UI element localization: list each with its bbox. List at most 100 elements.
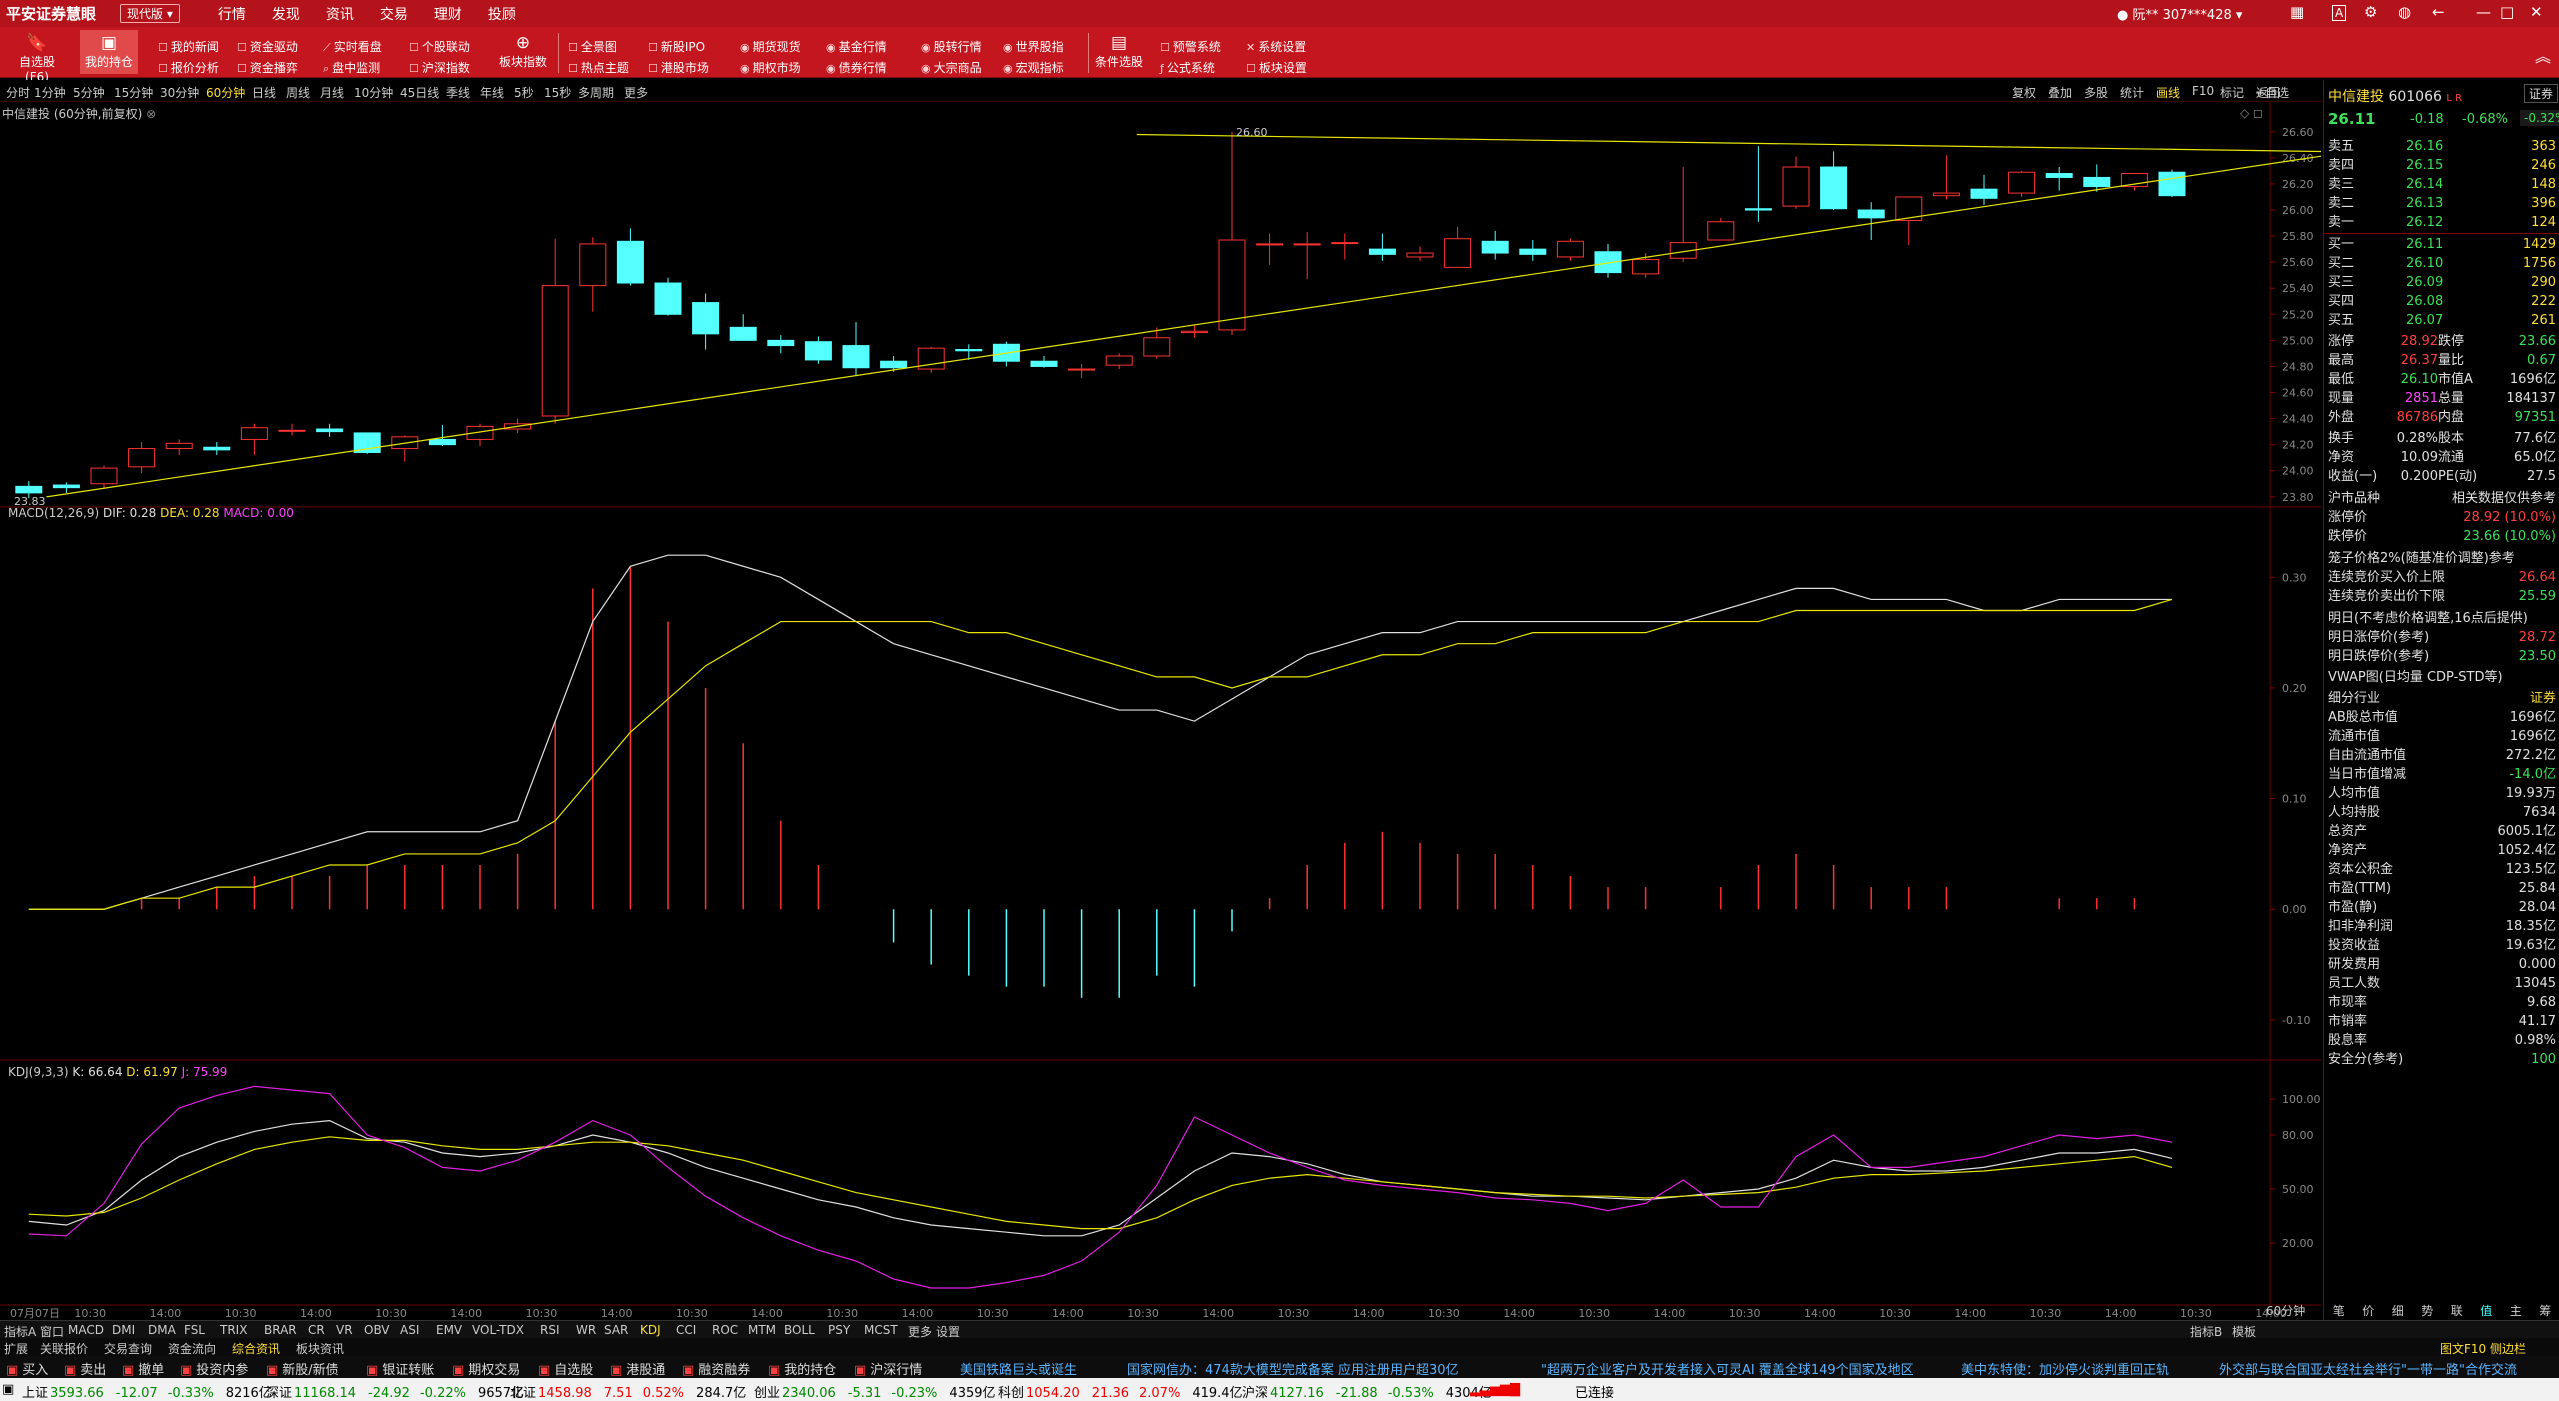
- info-tab-1[interactable]: 关联报价: [40, 1340, 88, 1357]
- index-item[interactable]: 上证 3593.66 -12.07 -0.33% 8216亿: [22, 1382, 272, 1401]
- index-item[interactable]: 科创 1054.20 21.36 2.07% 419.4亿: [998, 1382, 1243, 1401]
- maximize-button[interactable]: □: [2500, 3, 2514, 21]
- version-select[interactable]: 现代版 ▾: [120, 4, 180, 23]
- quote-tab-6[interactable]: 主: [2510, 1302, 2522, 1320]
- sector-settings-button[interactable]: ☐ 板块设置: [1246, 59, 1307, 76]
- indicator-tab-4[interactable]: DMA: [148, 1323, 176, 1337]
- kline-chart-area[interactable]: 中信建投 (60分钟,前复权) ⊗ ◇ ◻ 26.60 26.40 26.20 26.…: [0, 102, 2321, 1320]
- index-item[interactable]: 沪深 4127.16 -21.88 -0.53% 4304亿: [1242, 1382, 1492, 1401]
- info-tab-0[interactable]: 扩展: [4, 1340, 28, 1357]
- ipo-button[interactable]: ☐ 新股IPO: [648, 38, 705, 55]
- quote-tab-7[interactable]: 筹: [2539, 1302, 2551, 1320]
- capital-drive-button[interactable]: ☐ 资金驱动: [237, 38, 298, 55]
- indicator-tab-3[interactable]: DMI: [112, 1323, 135, 1337]
- period-tab-12[interactable]: 年线: [480, 84, 504, 101]
- action-10[interactable]: ▣ 我的持仓: [768, 1359, 836, 1378]
- indicator-tab-16[interactable]: SAR: [604, 1323, 628, 1337]
- period-tab-4[interactable]: 30分钟: [160, 84, 199, 101]
- period-tab-8[interactable]: 月线: [320, 84, 344, 101]
- layout-icon[interactable]: ▦: [2290, 3, 2304, 21]
- quote-tab-0[interactable]: 笔: [2333, 1302, 2345, 1320]
- hot-topics-button[interactable]: ☐ 热点主题: [568, 59, 629, 76]
- intraday-monitor-button[interactable]: ⌕ 盘中监测: [323, 59, 380, 76]
- watchlist-button[interactable]: 🔖 自选股(F6): [8, 33, 66, 84]
- news-ticker-item[interactable]: 美中东特使：加沙停火谈判重回正轨: [1961, 1359, 2169, 1378]
- quote-analysis-button[interactable]: ☐ 报价分析: [158, 59, 219, 76]
- chart-tool-3[interactable]: 统计: [2120, 84, 2144, 101]
- quote-tab-1[interactable]: 价: [2362, 1302, 2374, 1320]
- period-tab-7[interactable]: 周线: [286, 84, 310, 101]
- minimize-button[interactable]: —: [2476, 3, 2491, 21]
- period-tab-5[interactable]: 60分钟: [206, 84, 245, 101]
- period-tab-1[interactable]: 1分钟: [34, 84, 66, 101]
- user-account[interactable]: ● 阮** 307***428 ▾: [2117, 4, 2242, 23]
- action-7[interactable]: ▣ 自选股: [538, 1359, 593, 1378]
- sh-sz-index-button[interactable]: ☐ 沪深指数: [409, 59, 470, 76]
- expand-icon[interactable]: ▣: [2, 1382, 14, 1397]
- period-tab-15[interactable]: 多周期: [578, 84, 614, 101]
- info-tab-3[interactable]: 资金流向: [168, 1340, 216, 1357]
- indicator-tab-13[interactable]: VOL-TDX: [472, 1323, 524, 1337]
- indicator-tab-11[interactable]: ASI: [400, 1323, 419, 1337]
- indicator-tab-2[interactable]: MACD: [68, 1323, 104, 1337]
- indicator-tab-21[interactable]: BOLL: [784, 1323, 815, 1337]
- news-ticker-item[interactable]: 国家网信办：474款大模型完成备案 应用注册用户超30亿: [1127, 1359, 1459, 1378]
- realtime-watch-button[interactable]: ⟋ 实时看盘: [323, 38, 382, 55]
- my-news-button[interactable]: ☐ 我的新闻: [158, 38, 219, 55]
- indicator-tab-20[interactable]: MTM: [748, 1323, 776, 1337]
- menu-advisor[interactable]: 投顾: [488, 4, 516, 24]
- period-tab-10[interactable]: 45日线: [400, 84, 439, 101]
- quote-tab-2[interactable]: 细: [2392, 1302, 2404, 1320]
- quote-tab-3[interactable]: 势: [2421, 1302, 2433, 1320]
- industry-badge[interactable]: 证券: [2524, 84, 2559, 103]
- quote-tab-4[interactable]: 联: [2451, 1302, 2463, 1320]
- collapse-toolbar-icon[interactable]: ︽: [2535, 43, 2551, 67]
- indicator-tab-12[interactable]: EMV: [436, 1323, 462, 1337]
- info-tab-4[interactable]: 综合资讯: [232, 1340, 280, 1357]
- sector-index-button[interactable]: ⊕ 板块指数: [494, 33, 552, 70]
- info-tab-2[interactable]: 交易查询: [104, 1340, 152, 1357]
- period-tab-0[interactable]: 分时: [6, 84, 30, 101]
- menu-news[interactable]: 资讯: [326, 4, 354, 24]
- chart-tool-5[interactable]: F10: [2192, 84, 2214, 98]
- period-tab-11[interactable]: 季线: [446, 84, 470, 101]
- commodities-button[interactable]: ◉ 大宗商品: [921, 59, 982, 76]
- period-tab-14[interactable]: 15秒: [544, 84, 571, 101]
- action-1[interactable]: ▣ 卖出: [64, 1359, 106, 1378]
- period-tab-9[interactable]: 10分钟: [354, 84, 393, 101]
- options-market-button[interactable]: ◉ 期权市场: [740, 59, 801, 76]
- action-3[interactable]: ▣ 投资内参: [180, 1359, 248, 1378]
- indicator-tab-19[interactable]: ROC: [712, 1323, 738, 1337]
- period-tab-3[interactable]: 15分钟: [114, 84, 153, 101]
- stock-linkage-button[interactable]: ☐ 个股联动: [409, 38, 470, 55]
- add-watchlist-button[interactable]: +自选: [2255, 84, 2289, 101]
- action-2[interactable]: ▣ 撤单: [122, 1359, 164, 1378]
- indicator-tab-22[interactable]: PSY: [828, 1323, 850, 1337]
- action-8[interactable]: ▣ 港股通: [610, 1359, 665, 1378]
- index-item[interactable]: 北证 1458.98 7.51 0.52% 284.7亿: [510, 1382, 746, 1401]
- menu-discover[interactable]: 发现: [272, 4, 300, 24]
- macro-button[interactable]: ◉ 宏观指标: [1003, 59, 1064, 76]
- capital-game-button[interactable]: ☐ 资金播弈: [237, 59, 298, 76]
- action-9[interactable]: ▣ 融资融券: [682, 1359, 750, 1378]
- action-11[interactable]: ▣ 沪深行情: [854, 1359, 922, 1378]
- indicator-tab-5[interactable]: FSL: [184, 1323, 205, 1337]
- indicator-tab-7[interactable]: BRAR: [264, 1323, 297, 1337]
- indicator-tab-9[interactable]: VR: [336, 1323, 353, 1337]
- system-settings-button[interactable]: ✕ 系统设置: [1246, 38, 1306, 55]
- settings-gear-icon[interactable]: ⚙: [2364, 3, 2377, 21]
- bond-quotes-button[interactable]: ◉ 债券行情: [826, 59, 887, 76]
- chart-tool-4[interactable]: 画线: [2156, 84, 2180, 101]
- neeq-quotes-button[interactable]: ◉ 股转行情: [921, 38, 982, 55]
- indicator-tab-18[interactable]: CCI: [676, 1323, 696, 1337]
- action-5[interactable]: ▣ 银证转账: [366, 1359, 434, 1378]
- chart-tool-6[interactable]: 标记: [2220, 84, 2244, 101]
- menu-quotes[interactable]: 行情: [218, 4, 246, 24]
- back-icon[interactable]: ←: [2432, 3, 2445, 21]
- news-ticker-item[interactable]: "超两万企业客户及开发者接入可灵AI 覆盖全球149个国家及地区: [1541, 1359, 1914, 1378]
- period-tab-2[interactable]: 5分钟: [73, 84, 105, 101]
- news-ticker-item[interactable]: 美国铁路巨头或诞生: [960, 1359, 1077, 1378]
- close-button[interactable]: ✕: [2530, 3, 2543, 21]
- f10-sidebar-toggle[interactable]: 图文F10 侧边栏: [2440, 1340, 2526, 1357]
- period-tab-6[interactable]: 日线: [252, 84, 276, 101]
